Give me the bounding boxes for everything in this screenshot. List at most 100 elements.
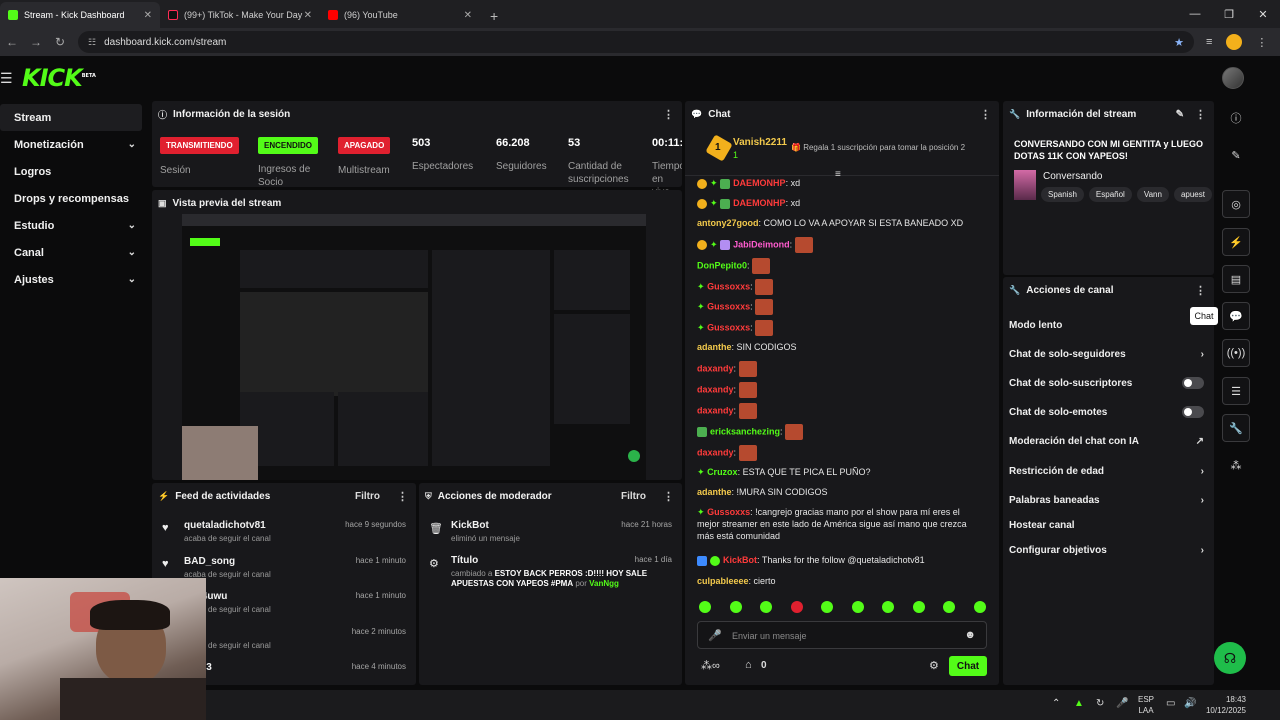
chat-username[interactable]: daxandy: [697, 384, 734, 394]
chat-username[interactable]: DonPepito0: [697, 260, 747, 270]
tray-app-icon[interactable]: ▲: [1074, 698, 1084, 709]
emote-icon[interactable]: [973, 601, 986, 613]
broadcast-icon[interactable]: ((•)): [1222, 339, 1250, 367]
emoji-picker-icon[interactable]: ☻: [964, 629, 976, 641]
chat-bubble-icon[interactable]: 💬: [1222, 302, 1250, 330]
media-icon[interactable]: ≡: [1206, 36, 1212, 48]
chat-username[interactable]: Gussoxxs: [707, 281, 750, 291]
emote-icon[interactable]: [882, 601, 895, 613]
close-tab-icon[interactable]: ✕: [304, 10, 312, 21]
more-options-icon[interactable]: ⋮: [663, 490, 674, 503]
bolt-icon[interactable]: ⚡: [1222, 228, 1250, 256]
close-tab-icon[interactable]: ✕: [144, 10, 152, 21]
emote-icon[interactable]: [943, 601, 956, 613]
chat-username[interactable]: Cruzox: [707, 467, 738, 477]
action-followers-only[interactable]: Chat de solo-seguidores ›: [1009, 349, 1206, 360]
chat-username[interactable]: Gussoxxs: [707, 507, 750, 517]
chat-username[interactable]: daxandy: [697, 447, 734, 457]
action-age-restriction[interactable]: Restricción de edad ›: [1009, 466, 1206, 477]
feed-user[interactable]: BAD_song: [184, 556, 235, 567]
document-icon[interactable]: ▤: [1222, 265, 1250, 293]
more-options-icon[interactable]: ⋮: [663, 108, 674, 121]
chat-username[interactable]: culpableeee: [697, 576, 749, 586]
clock[interactable]: 18:43 10/12/2025: [1200, 694, 1246, 716]
chat-username[interactable]: adanthe: [697, 487, 732, 497]
action-configure-goals[interactable]: Configurar objetivos ›: [1009, 545, 1206, 556]
action-ai-moderation[interactable]: Moderación del chat con IA ↗: [1009, 436, 1206, 447]
leaderboard-user[interactable]: Vanish2211: [733, 137, 787, 148]
sidebar-item-logros[interactable]: Logros: [0, 158, 146, 185]
tray-sync-icon[interactable]: ↻: [1096, 698, 1104, 709]
mod-user-link[interactable]: VanNgg: [589, 579, 619, 588]
emote-icon[interactable]: [790, 601, 803, 613]
browser-tab-kick[interactable]: Stream - Kick Dashboard ✕: [0, 2, 160, 28]
edit-icon[interactable]: ✎: [1222, 141, 1250, 169]
filter-button[interactable]: Filtro: [621, 491, 646, 502]
close-window-icon[interactable]: ✕: [1246, 8, 1280, 21]
more-options-icon[interactable]: ⋮: [1195, 108, 1206, 121]
channel-points-icon[interactable]: ⁂∞: [701, 659, 720, 672]
tag-pill[interactable]: Vann: [1136, 187, 1169, 202]
chat-username[interactable]: DAEMONHP: [733, 198, 786, 208]
browser-tab-youtube[interactable]: (96) YouTube ✕: [320, 2, 480, 28]
kick-logo[interactable]: KICKBETA: [22, 64, 96, 92]
user-avatar[interactable]: [1222, 67, 1244, 89]
close-tab-icon[interactable]: ✕: [464, 10, 472, 21]
category-name[interactable]: Conversando: [1043, 171, 1102, 182]
emote-icon[interactable]: [699, 601, 711, 613]
more-options-icon[interactable]: ⋮: [1195, 284, 1206, 297]
profile-icon[interactable]: [1226, 34, 1243, 50]
subscribers-only-toggle[interactable]: [1182, 377, 1204, 389]
edit-icon[interactable]: ✎: [1176, 109, 1184, 120]
tag-pill[interactable]: Spanish: [1041, 187, 1084, 202]
new-tab-button[interactable]: +: [480, 8, 508, 28]
chat-username[interactable]: ericksanchezing: [710, 426, 780, 436]
pin-toggle-icon[interactable]: ≡: [835, 169, 841, 180]
layout-icon[interactable]: ☰: [1222, 377, 1250, 405]
url-field[interactable]: ☷ dashboard.kick.com/stream ★: [78, 31, 1194, 53]
hamburger-menu-icon[interactable]: ☰: [0, 70, 14, 87]
gift-sub-prompt[interactable]: 🎁 Regala 1 suscripción para tomar la pos…: [791, 143, 965, 152]
send-chat-button[interactable]: Chat: [949, 656, 987, 676]
emote-icon[interactable]: [851, 601, 864, 613]
category-thumbnail[interactable]: [1014, 170, 1036, 200]
chat-username[interactable]: JabiDeimond: [733, 239, 790, 249]
emote-icon[interactable]: [912, 601, 925, 613]
chat-username[interactable]: antony27good: [697, 218, 759, 228]
chat-username[interactable]: Gussoxxs: [707, 322, 750, 332]
forward-icon[interactable]: →: [24, 35, 48, 49]
sidebar-item-stream[interactable]: Stream: [0, 104, 142, 131]
store-icon[interactable]: ⌂: [745, 659, 752, 671]
chat-username[interactable]: daxandy: [697, 363, 734, 373]
action-subscribers-only[interactable]: Chat de solo-suscriptores: [1009, 377, 1206, 389]
chat-username[interactable]: Gussoxxs: [707, 301, 750, 311]
chat-username[interactable]: DAEMONHP: [733, 178, 786, 188]
emote-icon[interactable]: [821, 601, 834, 613]
menu-icon[interactable]: ⋮: [1256, 36, 1267, 49]
wrench-icon[interactable]: 🔧: [1222, 414, 1250, 442]
help-chat-icon[interactable]: ☊: [1214, 642, 1246, 674]
chat-username[interactable]: daxandy: [697, 405, 734, 415]
chat-settings-icon[interactable]: ⚙: [929, 659, 939, 672]
action-banned-words[interactable]: Palabras baneadas ›: [1009, 495, 1206, 506]
more-options-icon[interactable]: ⋮: [980, 108, 991, 121]
minimize-icon[interactable]: —: [1178, 8, 1212, 20]
language-indicator[interactable]: ESP LAA: [1138, 694, 1154, 716]
info-icon[interactable]: ⓘ: [1222, 104, 1250, 132]
browser-tab-tiktok[interactable]: (99+) TikTok - Make Your Day ✕: [160, 2, 320, 28]
action-slow-mode[interactable]: Modo lento: [1009, 320, 1206, 331]
tray-chevron-icon[interactable]: ⌃: [1052, 698, 1060, 709]
chat-username[interactable]: KickBot: [723, 555, 757, 565]
sidebar-item-ajustes[interactable]: Ajustes ⌄: [0, 266, 146, 293]
back-icon[interactable]: ←: [0, 35, 24, 49]
chat-input[interactable]: 🎤 Enviar un mensaje ☻: [697, 621, 987, 649]
sidebar-item-estudio[interactable]: Estudio ⌄: [0, 212, 146, 239]
site-info-icon[interactable]: ☷: [88, 37, 96, 48]
reload-icon[interactable]: ↻: [48, 35, 72, 49]
mod-user[interactable]: KickBot: [451, 520, 489, 531]
tag-pill[interactable]: Español: [1088, 187, 1132, 202]
emotes-only-toggle[interactable]: [1182, 406, 1204, 418]
network-icon[interactable]: ▭: [1166, 698, 1175, 709]
emote-icon[interactable]: [760, 601, 773, 613]
chat-username[interactable]: adanthe: [697, 342, 732, 352]
